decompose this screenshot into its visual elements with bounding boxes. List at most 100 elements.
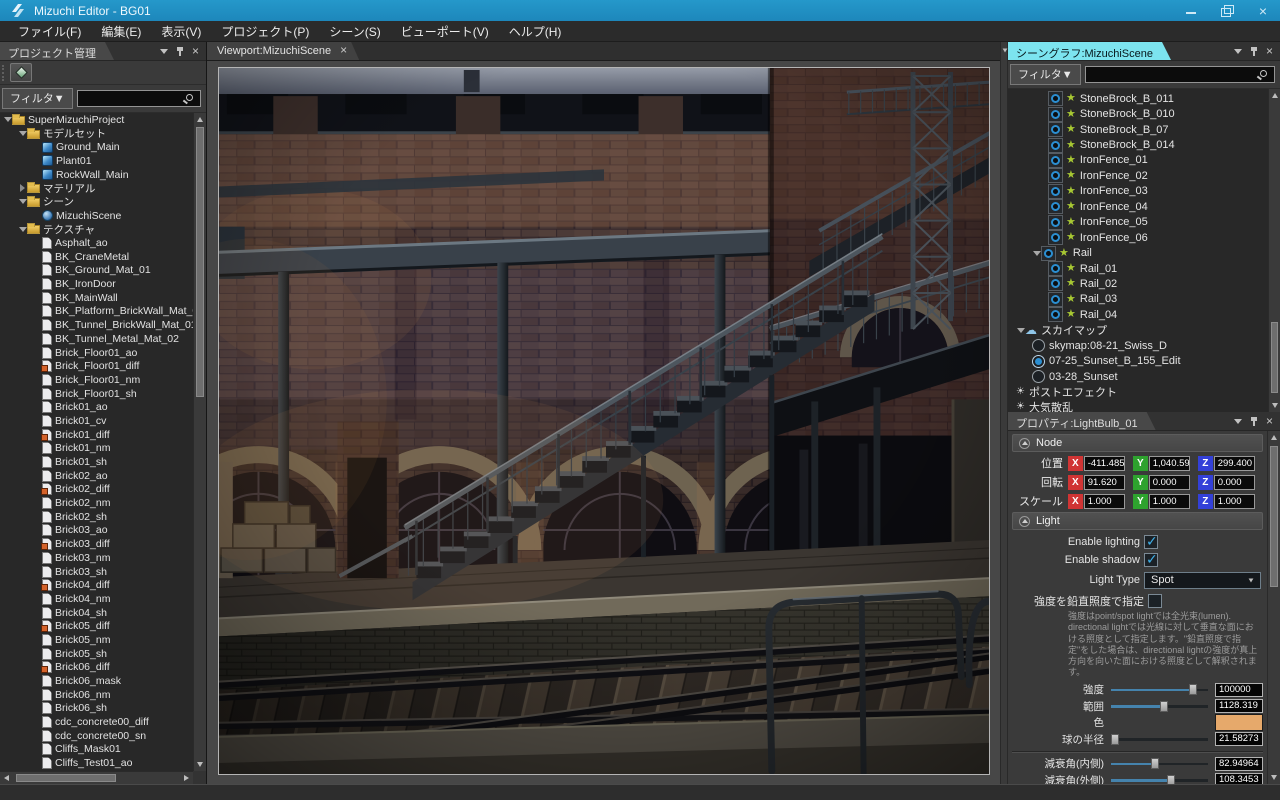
slider-thumb[interactable]	[1151, 758, 1159, 769]
tree-item[interactable]: Cliffs_Mask01	[0, 743, 193, 757]
tree-item[interactable]: BK_Ground_Mat_01	[0, 264, 193, 278]
scene-graph-item[interactable]: 03-28_Sunset	[1008, 369, 1268, 384]
visibility-eye-icon[interactable]	[1048, 199, 1063, 214]
tree-item[interactable]: モデルセット	[0, 127, 193, 141]
visibility-eye-icon[interactable]	[1048, 215, 1063, 230]
tree-item[interactable]: MizuchiScene	[0, 209, 193, 223]
panel-menu-icon[interactable]	[1234, 49, 1242, 54]
project-panel-tab[interactable]: プロジェクト管理	[0, 42, 114, 60]
visibility-eye-icon[interactable]	[1048, 307, 1063, 322]
slider-track[interactable]	[1111, 775, 1208, 784]
restore-button[interactable]	[1220, 4, 1234, 18]
transform-y-value[interactable]: 1,040.591	[1149, 456, 1190, 471]
scene-graph-item[interactable]: ★IronFence_01	[1008, 153, 1268, 168]
visibility-eye-icon[interactable]	[1048, 184, 1063, 199]
scene-graph-item[interactable]: ★IronFence_05	[1008, 215, 1268, 230]
tree-item[interactable]: BK_Tunnel_BrickWall_Mat_01	[0, 318, 193, 332]
slider-value[interactable]: 1128.319	[1215, 699, 1263, 713]
tree-item[interactable]: Brick03_sh	[0, 565, 193, 579]
tree-item[interactable]: Brick03_diff	[0, 537, 193, 551]
tree-item[interactable]: Cliffs_Test01_ao	[0, 756, 193, 770]
menu-item-0[interactable]: ファイル(F)	[8, 21, 91, 42]
tree-item[interactable]: BK_CraneMetal	[0, 250, 193, 264]
project-search-input[interactable]	[78, 91, 200, 106]
tree-item[interactable]: Brick02_sh	[0, 510, 193, 524]
asset-tool-button[interactable]	[10, 63, 32, 82]
tree-item[interactable]: Brick01_ao	[0, 400, 193, 414]
scene-graph-item[interactable]: ★Rail	[1008, 245, 1268, 260]
transform-x-value[interactable]: -411.485	[1084, 456, 1125, 471]
tree-item[interactable]: Brick01_diff	[0, 428, 193, 442]
scene-graph-item[interactable]: ★StoneBrock_B_010	[1008, 106, 1268, 121]
visibility-eye-icon[interactable]	[1041, 246, 1056, 261]
panel-close-icon[interactable]	[1266, 46, 1273, 56]
scene-graph-item[interactable]: ★StoneBrock_B_014	[1008, 137, 1268, 152]
viewport-tab[interactable]: Viewport:MizuchiScene	[207, 42, 359, 60]
toolbar-grip[interactable]	[2, 65, 6, 81]
scene-graph-filter-button[interactable]: フィルタ▼	[1010, 64, 1081, 85]
pin-icon[interactable]	[1250, 417, 1258, 426]
panel-menu-icon[interactable]	[1234, 419, 1242, 424]
tree-item[interactable]: シーン	[0, 195, 193, 209]
scene-graph-tab[interactable]: シーングラフ:MizuchiScene	[1008, 42, 1171, 60]
scene-graph-item[interactable]: ★Rail_01	[1008, 261, 1268, 276]
tree-item[interactable]: Brick06_nm	[0, 688, 193, 702]
tree-item[interactable]: BK_Platform_BrickWall_Mat_02	[0, 305, 193, 319]
vertical-illuminance-checkbox[interactable]	[1148, 594, 1162, 608]
visibility-eye-icon[interactable]	[1048, 230, 1063, 245]
viewport-3d-scene[interactable]	[218, 67, 990, 775]
tree-item[interactable]: Brick05_sh	[0, 647, 193, 661]
radio-button[interactable]	[1032, 355, 1045, 368]
pin-icon[interactable]	[176, 47, 184, 56]
expander-open-icon[interactable]	[1016, 328, 1025, 333]
tree-item[interactable]: BK_IronDoor	[0, 277, 193, 291]
visibility-eye-icon[interactable]	[1048, 276, 1063, 291]
tree-item[interactable]: Brick06_diff	[0, 661, 193, 675]
radio-button[interactable]	[1032, 339, 1045, 352]
project-filter-button[interactable]: フィルタ▼	[2, 88, 73, 109]
scene-graph-search-input[interactable]	[1086, 67, 1274, 82]
tree-item[interactable]: Brick02_ao	[0, 469, 193, 483]
slider-value[interactable]: 21.58273	[1215, 732, 1263, 746]
tree-item[interactable]: Ground_Main	[0, 140, 193, 154]
transform-y-value[interactable]: 0.000	[1149, 475, 1190, 490]
visibility-eye-icon[interactable]	[1048, 91, 1063, 106]
tree-item[interactable]: RockWall_Main	[0, 168, 193, 182]
tree-item[interactable]: Brick02_nm	[0, 496, 193, 510]
panel-splitter[interactable]	[1000, 42, 1008, 784]
tree-item[interactable]: Brick05_nm	[0, 633, 193, 647]
node-section-header[interactable]: Node	[1012, 434, 1263, 452]
transform-z-value[interactable]: 299.400	[1214, 456, 1255, 471]
visibility-eye-icon[interactable]	[1048, 122, 1063, 137]
visibility-eye-icon[interactable]	[1048, 261, 1063, 276]
tree-item[interactable]: Brick_Floor01_ao	[0, 346, 193, 360]
expander-open-icon[interactable]	[18, 131, 27, 136]
slider-value[interactable]: 82.94964	[1215, 757, 1263, 771]
scene-graph-item[interactable]: ★StoneBrock_B_07	[1008, 122, 1268, 137]
tree-item[interactable]: マテリアル	[0, 181, 193, 195]
menu-item-4[interactable]: シーン(S)	[319, 21, 390, 42]
tree-item[interactable]: Brick02_diff	[0, 483, 193, 497]
tree-item[interactable]: Brick01_nm	[0, 442, 193, 456]
scene-graph-item[interactable]: ★Rail_03	[1008, 292, 1268, 307]
properties-tab[interactable]: プロパティ:LightBulb_01	[1008, 412, 1156, 430]
visibility-eye-icon[interactable]	[1048, 292, 1063, 307]
scene-graph-item[interactable]: ★Rail_04	[1008, 307, 1268, 322]
pin-icon[interactable]	[1250, 47, 1258, 56]
scene-graph-item[interactable]: 07-25_Sunset_B_155_Edit	[1008, 353, 1268, 368]
visibility-eye-icon[interactable]	[1048, 168, 1063, 183]
minimize-button[interactable]	[1184, 4, 1198, 18]
scene-graph-item[interactable]: ☀大気散乱	[1008, 400, 1268, 412]
expander-open-icon[interactable]	[18, 199, 27, 204]
slider-track[interactable]	[1111, 701, 1208, 712]
slider-value[interactable]: 108.3453	[1215, 773, 1263, 784]
project-tree-vscrollbar[interactable]	[193, 113, 206, 771]
scene-graph-item[interactable]: ★IronFence_02	[1008, 168, 1268, 183]
slider-track[interactable]	[1111, 734, 1208, 745]
tree-item[interactable]: BK_Tunnel_Metal_Mat_02	[0, 332, 193, 346]
slider-thumb[interactable]	[1189, 684, 1197, 695]
transform-x-value[interactable]: 91.620	[1084, 475, 1125, 490]
light-type-dropdown[interactable]: Spot	[1144, 572, 1261, 589]
tree-item[interactable]: Brick06_mask	[0, 674, 193, 688]
expander-open-icon[interactable]	[3, 117, 12, 122]
